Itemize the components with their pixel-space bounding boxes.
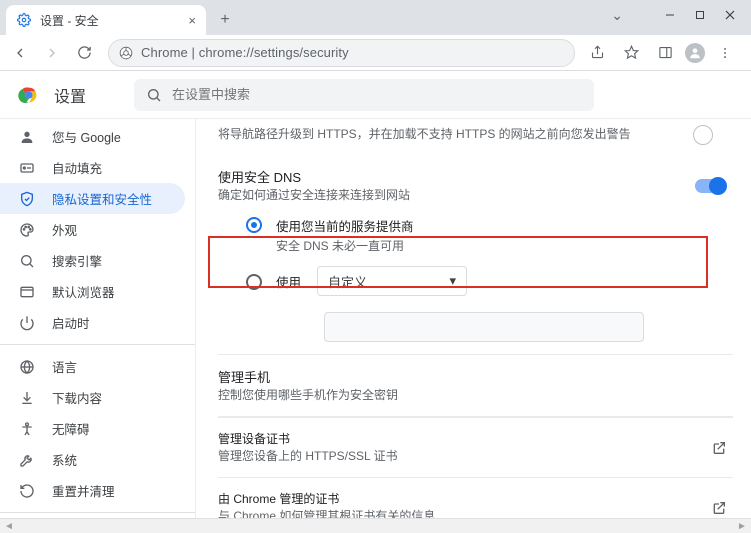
sidebar-item-appearance[interactable]: 外观 [0, 214, 185, 245]
accessibility-icon [18, 421, 36, 437]
new-tab-button[interactable]: + [212, 7, 238, 33]
sidebar-item-label: 隐私设置和安全性 [52, 189, 152, 208]
manage-certs-subtitle: 管理您设备上的 HTTPS/SSL 证书 [218, 447, 398, 465]
shield-icon [18, 191, 36, 207]
chrome-certs-title: 由 Chrome 管理的证书 [218, 490, 435, 507]
bookmark-icon[interactable] [617, 39, 645, 67]
close-icon[interactable]: × [188, 13, 196, 28]
sidebar-item-label: 自动填充 [52, 158, 102, 177]
download-icon [18, 390, 36, 406]
manage-device-certs-row[interactable]: 管理设备证书 管理您设备上的 HTTPS/SSL 证书 [218, 417, 733, 477]
https-upgrade-description: 将导航路径升级到 HTTPS，并在加载不支持 HTTPS 的网站之前向您发出警告 [218, 125, 631, 143]
sidebar-item-search-engine[interactable]: 搜索引擎 [0, 245, 185, 276]
radio-current-provider[interactable] [246, 217, 262, 233]
forward-button[interactable] [38, 39, 66, 67]
reload-button[interactable] [70, 39, 98, 67]
divider [0, 512, 195, 513]
secure-dns-title: 使用安全 DNS [218, 167, 410, 186]
divider [0, 344, 195, 345]
sidebar-item-privacy[interactable]: 隐私设置和安全性 [0, 183, 185, 214]
sidebar-item-label: 外观 [52, 220, 77, 239]
share-icon[interactable] [583, 39, 611, 67]
sidebar-item-label: 无障碍 [52, 419, 90, 438]
settings-sidebar: 您与 Google 自动填充 隐私设置和安全性 外观 搜索引擎 默认浏览器 启动… [0, 119, 196, 518]
sidebar-item-you-and-google[interactable]: 您与 Google [0, 121, 185, 152]
minimize-button[interactable] [655, 0, 685, 30]
dns-provider-select[interactable]: 自定义 ▾ [317, 266, 467, 296]
sidebar-item-accessibility[interactable]: 无障碍 [0, 413, 185, 444]
manage-certs-title: 管理设备证书 [218, 430, 398, 447]
power-icon [18, 315, 36, 331]
external-link-icon [711, 440, 727, 456]
browser-icon [18, 284, 36, 300]
radio-label: 使用 [276, 272, 301, 291]
browser-toolbar: Chrome | chrome://settings/security [0, 35, 751, 71]
settings-content: 将导航路径升级到 HTTPS，并在加载不支持 HTTPS 的网站之前向您发出警告… [196, 119, 751, 518]
sidebar-item-label: 下载内容 [52, 388, 102, 407]
sidebar-item-label: 系统 [52, 450, 77, 469]
chevron-down-icon[interactable]: ⌄ [611, 7, 623, 24]
menu-dots-icon[interactable] [711, 39, 739, 67]
sidebar-item-downloads[interactable]: 下载内容 [0, 382, 185, 413]
wrench-icon [18, 452, 36, 468]
search-input[interactable] [172, 87, 582, 102]
person-icon [18, 129, 36, 145]
sidebar-item-label: 启动时 [52, 313, 90, 332]
chevron-down-icon: ▾ [449, 273, 456, 289]
side-panel-icon[interactable] [651, 39, 679, 67]
secure-dns-subtitle: 确定如何通过安全连接来连接到网站 [218, 186, 410, 204]
select-value: 自定义 [328, 272, 367, 291]
sidebar-item-autofill[interactable]: 自动填充 [0, 152, 185, 183]
search-icon [18, 253, 36, 269]
address-text: Chrome | chrome://settings/security [141, 45, 349, 60]
address-bar[interactable]: Chrome | chrome://settings/security [108, 39, 575, 67]
autofill-icon [18, 160, 36, 176]
dns-custom-input[interactable] [324, 312, 644, 342]
sidebar-item-label: 语言 [52, 357, 77, 376]
avatar[interactable] [685, 43, 705, 63]
manage-phones-subtitle: 控制您使用哪些手机作为安全密钥 [218, 386, 733, 404]
settings-header: 设置 [0, 71, 751, 119]
scroll-track[interactable] [16, 519, 735, 533]
sidebar-item-languages[interactable]: 语言 [0, 351, 185, 382]
sidebar-item-label: 默认浏览器 [52, 282, 115, 301]
globe-icon [18, 359, 36, 375]
radio-sublabel: 安全 DNS 未必一直可用 [276, 237, 414, 254]
sidebar-item-on-startup[interactable]: 启动时 [0, 307, 185, 338]
back-button[interactable] [6, 39, 34, 67]
sidebar-item-system[interactable]: 系统 [0, 444, 185, 475]
tab-title: 设置 - 安全 [40, 12, 180, 29]
reset-icon [18, 483, 36, 499]
secure-dns-toggle[interactable] [695, 179, 725, 193]
gear-icon [16, 12, 32, 28]
horizontal-scrollbar[interactable]: ◄ ► [0, 518, 751, 533]
chrome-icon [119, 46, 133, 60]
sidebar-item-default-browser[interactable]: 默认浏览器 [0, 276, 185, 307]
browser-tab[interactable]: 设置 - 安全 × [6, 5, 206, 35]
page-title: 设置 [54, 83, 86, 107]
scroll-left-arrow[interactable]: ◄ [2, 521, 16, 532]
sidebar-item-label: 您与 Google [52, 127, 121, 146]
scroll-right-arrow[interactable]: ► [735, 521, 749, 532]
external-link-icon [711, 500, 727, 516]
radio-custom-provider[interactable] [246, 274, 262, 290]
palette-icon [18, 222, 36, 238]
sidebar-item-reset[interactable]: 重置并清理 [0, 475, 185, 506]
chrome-certs-subtitle: 与 Chrome 如何管理其根证书有关的信息 [218, 507, 435, 518]
chrome-managed-certs-row[interactable]: 由 Chrome 管理的证书 与 Chrome 如何管理其根证书有关的信息 [218, 477, 733, 518]
settings-search[interactable] [134, 79, 594, 111]
search-icon [146, 87, 162, 103]
maximize-button[interactable] [685, 0, 715, 30]
sidebar-item-label: 重置并清理 [52, 481, 115, 500]
radio-label: 使用您当前的服务提供商 [276, 216, 414, 235]
window-titlebar: 设置 - 安全 × + ⌄ [0, 0, 751, 35]
chrome-logo-icon [18, 84, 40, 106]
window-controls [655, 0, 745, 30]
close-window-button[interactable] [715, 0, 745, 30]
manage-phones-title: 管理手机 [218, 367, 733, 386]
sidebar-item-label: 搜索引擎 [52, 251, 102, 270]
